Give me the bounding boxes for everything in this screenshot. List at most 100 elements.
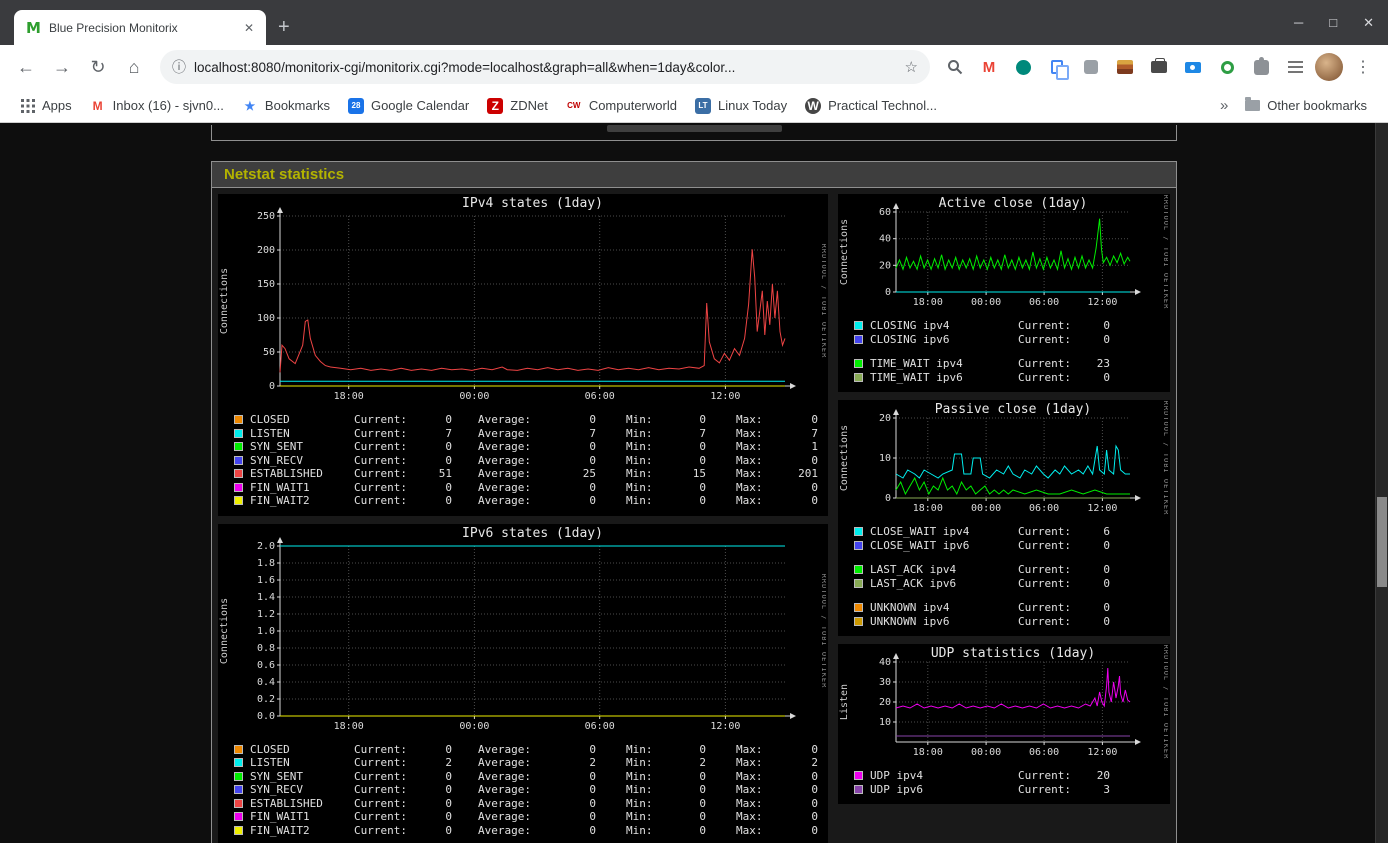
ipv4-states-graph[interactable]: IPv4 states (1day) Connections RRDTOOL / T… xyxy=(218,194,828,516)
chart-legend: CLOSED Current: 0 Average: 0 Min: 0 Max: 0 LISTEN… xyxy=(218,411,828,510)
site-info-icon[interactable]: ⓘ xyxy=(172,57,186,77)
legend-stat-label: Average: xyxy=(478,796,531,810)
passive-close-graph[interactable]: Passive close (1day) Connections RRDTOOL /… xyxy=(838,400,1170,636)
legend-stat-value: 15 xyxy=(692,467,706,481)
stack-icon[interactable] xyxy=(1110,52,1140,82)
legend-stat-value: 0 xyxy=(445,413,452,427)
bookmark-item[interactable]: CW Computerworld xyxy=(557,97,686,114)
window-maximize-button[interactable]: □ xyxy=(1329,15,1337,30)
bookmark-item[interactable]: M Inbox (16) - sjvn0... xyxy=(81,98,233,114)
star-icon: ★ xyxy=(244,98,256,113)
legend-stat-label: Average: xyxy=(478,756,531,770)
bookmark-label: Inbox (16) - sjvn0... xyxy=(112,98,224,113)
legend-row: FIN_WAIT2 Current: 0 Average: 0 Min: 0 Max: 0 xyxy=(234,824,828,838)
new-tab-button[interactable]: + xyxy=(266,16,302,45)
bookmark-items: M Inbox (16) - sjvn0... ★ Bookmarks 28 Google… xyxy=(81,97,946,114)
legend-series-name: SYN_RECV xyxy=(250,783,303,797)
scrollbar-thumb[interactable] xyxy=(1377,497,1387,588)
page-scrollbar[interactable] xyxy=(1375,123,1388,843)
extensions-puzzle-icon[interactable] xyxy=(1246,52,1276,82)
copy-icon[interactable] xyxy=(1042,52,1072,82)
legend-stat-label: Min: xyxy=(626,413,653,427)
legend-swatch xyxy=(854,540,863,550)
svg-text:1.2: 1.2 xyxy=(257,609,275,620)
search-icon[interactable] xyxy=(940,52,970,82)
legend-series-name: LISTEN xyxy=(250,756,290,770)
window-minimize-button[interactable]: ─ xyxy=(1294,15,1303,30)
legend-stat-value: 0 xyxy=(699,742,706,756)
legend-stat-label: Average: xyxy=(478,810,531,824)
svg-text:IPv6 states (1day): IPv6 states (1day) xyxy=(462,526,603,541)
apps-button[interactable]: Apps xyxy=(12,98,81,113)
legend-stat-label: Max: xyxy=(736,480,763,494)
browser-tab[interactable]: M Blue Precision Monitorix ✕ xyxy=(14,10,266,45)
legend-row: LISTEN Current: 7 Average: 7 Min: 7 Max: 7 xyxy=(234,427,828,441)
tab-close-icon[interactable]: ✕ xyxy=(240,19,258,37)
svg-text:Connections: Connections xyxy=(219,268,230,334)
legend-series-name: UNKNOWN ipv4 xyxy=(870,601,950,615)
svg-text:100: 100 xyxy=(257,313,275,324)
legend-stat-label: Current: xyxy=(1018,576,1071,590)
notes-icon[interactable] xyxy=(1280,52,1310,82)
bookmarks-overflow-chevron[interactable]: » xyxy=(1212,97,1236,114)
legend-series-name: CLOSED xyxy=(250,413,290,427)
reload-button[interactable]: ↻ xyxy=(82,51,114,83)
keep-icon[interactable] xyxy=(1076,52,1106,82)
legend-stat-label: Min: xyxy=(626,756,653,770)
legend-stat-label: Current: xyxy=(354,810,407,824)
search-glyph xyxy=(948,60,963,75)
legend-stat-value: 7 xyxy=(699,426,706,440)
profile-avatar[interactable] xyxy=(1314,52,1344,82)
ring-icon[interactable] xyxy=(1212,52,1242,82)
legend-stat-value: 2 xyxy=(699,756,706,770)
legend-row: FIN_WAIT2 Current: 0 Average: 0 Min: 0 Max: 0 xyxy=(234,494,828,508)
camera-icon[interactable] xyxy=(1178,52,1208,82)
ipv6-states-graph[interactable]: IPv6 states (1day) Connections RRDTOOL / T… xyxy=(218,523,828,843)
copy-glyph xyxy=(1051,60,1069,80)
legend-stat-value: 0 xyxy=(811,769,818,783)
udp-statistics-graph[interactable]: UDP statistics (1day) Listen RRDTOOL / TOB… xyxy=(838,644,1170,804)
back-button[interactable]: ← xyxy=(10,51,42,83)
svg-text:0.4: 0.4 xyxy=(257,677,275,688)
chart-legend: UDP ipv4 Current: 20 UDP ipv6 Current: 3 xyxy=(838,767,1170,798)
window-close-button[interactable]: ✕ xyxy=(1363,15,1374,31)
legend-series-name: CLOSING ipv4 xyxy=(870,319,950,333)
bookmark-label: Computerworld xyxy=(588,98,677,113)
badge-icon[interactable] xyxy=(1008,52,1038,82)
legend-stat-value: 0 xyxy=(589,742,596,756)
bookmark-item[interactable]: W Practical Technol... xyxy=(796,97,946,114)
bookmark-item[interactable]: ★ Bookmarks xyxy=(233,98,339,114)
legend-series-name: ESTABLISHED xyxy=(250,467,323,481)
legend-stat-label: Min: xyxy=(626,467,653,481)
bookmark-star-icon[interactable]: ☆ xyxy=(905,58,918,76)
section-title: Netstat statistics xyxy=(212,162,1176,188)
svg-text:06:00: 06:00 xyxy=(1029,747,1059,758)
legend-series-name: LAST_ACK ipv6 xyxy=(870,576,957,590)
home-button[interactable]: ⌂ xyxy=(118,51,150,83)
svg-text:200: 200 xyxy=(257,245,275,256)
legend-stat-label: Max: xyxy=(736,796,763,810)
legend-swatch xyxy=(234,812,243,822)
gmail-icon[interactable]: M xyxy=(974,52,1004,82)
legend-stat-label: Max: xyxy=(736,810,763,824)
legend-swatch xyxy=(854,603,863,613)
briefcase-icon[interactable] xyxy=(1144,52,1174,82)
svg-text:0.0: 0.0 xyxy=(257,711,275,722)
active-close-graph[interactable]: Active close (1day) Connections RRDTOOL / … xyxy=(838,194,1170,392)
legend-series-name: UNKNOWN ipv6 xyxy=(870,614,950,628)
menu-icon[interactable]: ⋮ xyxy=(1348,52,1378,82)
forward-button[interactable]: → xyxy=(46,51,78,83)
legend-stat-value: 0 xyxy=(1103,370,1110,384)
legend-stat-value: 0 xyxy=(699,796,706,810)
bookmark-item[interactable]: Z ZDNet xyxy=(478,97,557,114)
address-bar[interactable]: ⓘ localhost:8080/monitorix-cgi/monitorix… xyxy=(160,50,930,84)
svg-text:18:00: 18:00 xyxy=(913,503,943,514)
legend-stat-label: Min: xyxy=(626,796,653,810)
legend-stat-value: 0 xyxy=(699,810,706,824)
legend-series-name: CLOSE_WAIT ipv6 xyxy=(870,538,970,552)
other-bookmarks-button[interactable]: Other bookmarks xyxy=(1236,97,1376,113)
bookmark-item[interactable]: 28 Google Calendar xyxy=(339,97,478,114)
bookmark-item[interactable]: LT Linux Today xyxy=(686,97,796,114)
url-text[interactable]: localhost:8080/monitorix-cgi/monitorix.c… xyxy=(194,60,897,75)
legend-stat-value: 0 xyxy=(589,769,596,783)
